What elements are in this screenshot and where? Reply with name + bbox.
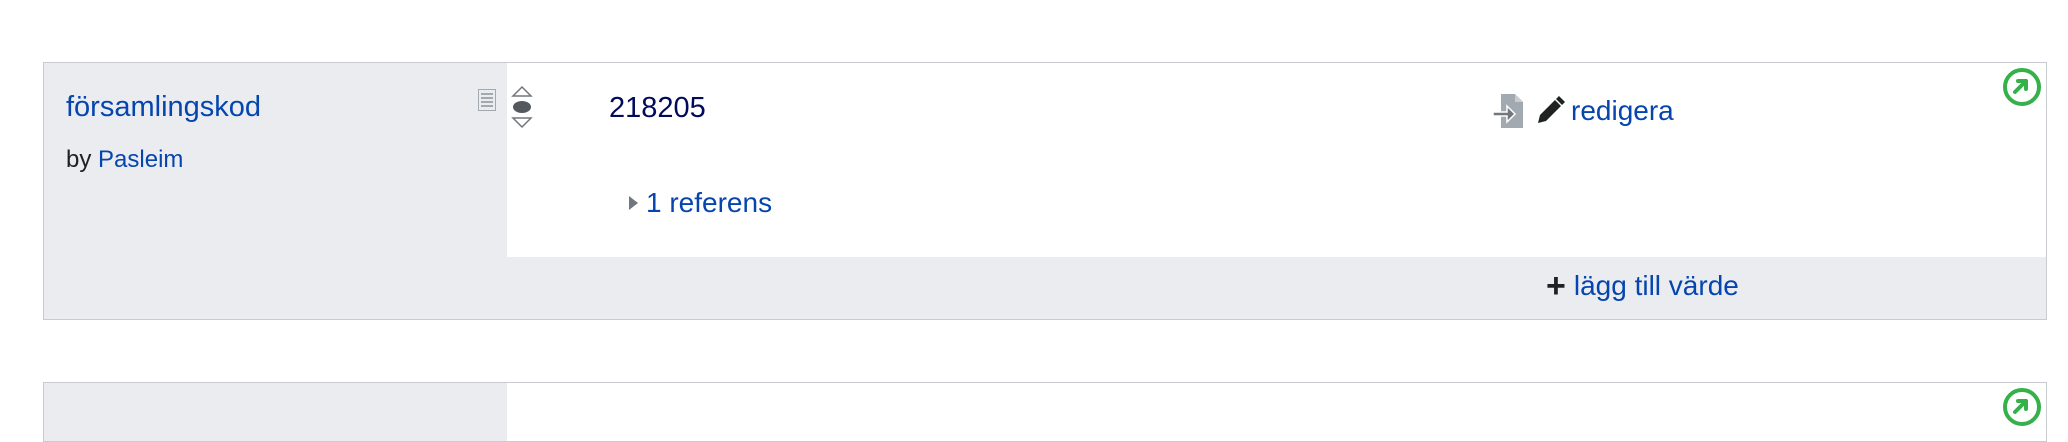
by-user-link[interactable]: Pasleim [98, 146, 183, 173]
references-toggle[interactable]: 1 referens [629, 187, 772, 219]
statement-group-next [43, 382, 2047, 442]
document-list-icon [478, 89, 496, 111]
pencil-icon [1538, 96, 1565, 123]
arrow-circle-icon[interactable] [2002, 387, 2042, 427]
add-value-button[interactable]: + lägg till värde [1546, 269, 1739, 303]
attribution-line: by Pasleim [66, 146, 183, 175]
value-area-next [507, 383, 2046, 441]
edit-label: redigera [1571, 95, 1674, 126]
by-prefix: by [66, 146, 92, 173]
arrow-circle-icon[interactable] [2002, 67, 2042, 107]
property-cell: församlingskod by Pasleim [44, 63, 507, 319]
statement-value[interactable]: 218205 [609, 91, 706, 126]
references-label: 1 referens [646, 187, 773, 218]
edit-button[interactable]: redigera [1535, 95, 1674, 127]
add-value-label: lägg till värde [1573, 270, 1739, 301]
rank-normal-icon[interactable] [511, 85, 533, 129]
import-file-icon[interactable] [1491, 92, 1525, 130]
plus-icon: + [1546, 267, 1566, 305]
value-area [507, 63, 2046, 257]
property-link[interactable]: församlingskod [66, 90, 261, 125]
statement-group: församlingskod by Pasleim 218205 rediger… [43, 62, 2047, 320]
statement-toolbar: redigera [1491, 92, 1674, 130]
triangle-right-icon [629, 196, 638, 210]
